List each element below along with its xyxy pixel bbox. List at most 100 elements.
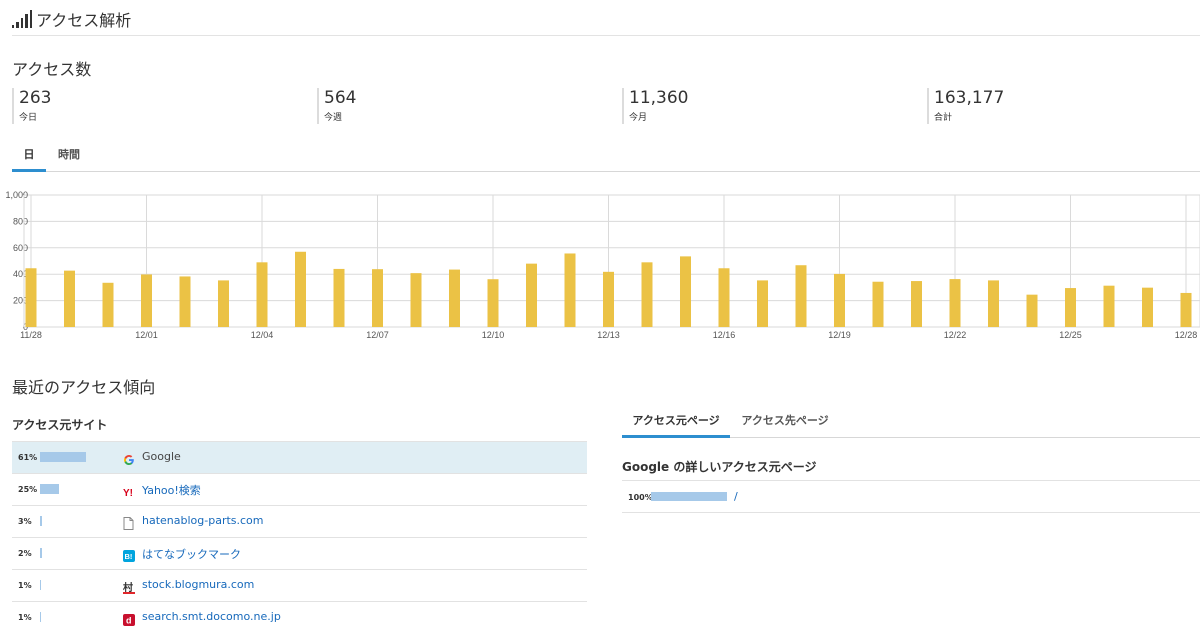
stat-today: 263 今日 [12, 88, 51, 124]
chart-bar [872, 281, 884, 327]
chart-bar [564, 253, 576, 327]
source-link[interactable]: Yahoo!検索 [142, 482, 201, 498]
source-share-bar [40, 484, 59, 494]
x-tick-label: 12/19 [828, 330, 851, 340]
tab-hour[interactable]: 時間 [52, 146, 86, 172]
chart-bar [911, 281, 922, 327]
table-row[interactable]: 1% 村 stock.blogmura.com [12, 570, 587, 602]
stat-today-value: 263 [19, 88, 52, 108]
chart-bar [410, 273, 422, 327]
y-tick-label: 600 [13, 243, 28, 253]
source-link[interactable]: はてなブックマーク [142, 546, 241, 562]
x-tick-label: 12/25 [1059, 330, 1082, 340]
x-tick-label: 12/28 [1175, 330, 1198, 340]
detail-share-bar [651, 492, 727, 501]
source-percent: 25% [18, 485, 38, 494]
source-percent: 1% [18, 613, 32, 622]
source-percent: 2% [18, 549, 32, 558]
chart-bar [757, 280, 768, 327]
chart-bar [1026, 294, 1038, 327]
chart-bar [1103, 285, 1115, 327]
yahoo-icon: Y! [123, 483, 135, 499]
sources-table: 61% Google 25% Y! Yahoo!検索 3% hatenablog-parts… [12, 441, 587, 628]
source-percent: 1% [18, 581, 32, 590]
stat-total: 163,177 合計 [927, 88, 1004, 124]
x-tick-label: 12/13 [597, 330, 620, 340]
source-link[interactable]: Google [142, 450, 181, 463]
chart-bar [102, 282, 114, 327]
access-stats: 263 今日 564 今週 11,360 今月 163,177 合計 [12, 88, 1200, 124]
x-tick-label: 12/04 [251, 330, 274, 340]
chart-bar [1142, 287, 1153, 327]
chart-bar [64, 270, 75, 327]
page-header: アクセス解析 [12, 6, 131, 32]
google-icon [123, 451, 135, 465]
source-link[interactable]: search.smt.docomo.ne.jp [142, 610, 281, 623]
chart-bar [141, 274, 152, 327]
tab-day[interactable]: 日 [12, 146, 46, 172]
source-share-bar [40, 452, 86, 462]
chart-bar [526, 263, 537, 327]
table-row[interactable]: 25% Y! Yahoo!検索 [12, 474, 587, 506]
x-tick-label: 12/01 [135, 330, 158, 340]
stat-today-label: 今日 [19, 113, 38, 123]
chart-bar [949, 279, 961, 327]
x-tick-label: 12/16 [713, 330, 736, 340]
chart-bar [487, 279, 499, 327]
stat-total-value: 163,177 [934, 88, 1005, 108]
stat-week: 564 今週 [317, 88, 356, 124]
detail-page-link[interactable]: / [734, 490, 738, 503]
y-tick-label: 1,000 [5, 190, 28, 200]
table-row[interactable]: 61% Google [12, 442, 587, 474]
recent-trends-title: 最近のアクセス傾向 [12, 378, 156, 397]
chart-bar [988, 280, 999, 327]
period-tabs: 日 時間 [12, 146, 1200, 172]
tab-landing-pages[interactable]: アクセス先ページ [734, 410, 836, 438]
chart-bar [641, 262, 653, 327]
tab-referrer-pages[interactable]: アクセス元ページ [622, 410, 730, 438]
chart-bar [333, 268, 345, 327]
sources-title: アクセス元サイト [12, 418, 108, 432]
chart-bar [25, 268, 37, 327]
chart-bar [1180, 292, 1192, 327]
hatena-bookmark-icon: B! [123, 547, 135, 562]
source-percent: 3% [18, 517, 32, 526]
chart-bar [718, 268, 730, 327]
signal-bars-icon [12, 10, 33, 28]
page-icon [123, 515, 135, 530]
chart-bar [795, 265, 807, 327]
table-row[interactable]: 1% d search.smt.docomo.ne.jp [12, 602, 587, 628]
source-share-bar [40, 516, 42, 526]
source-share-bar [40, 548, 42, 558]
chart-bar [218, 280, 229, 327]
referrer-detail-title: Google の詳しいアクセス元ページ [622, 460, 817, 474]
stat-month-value: 11,360 [629, 88, 689, 108]
blogmura-icon: 村 [123, 579, 135, 594]
svg-text:B!: B! [125, 552, 133, 561]
stat-month: 11,360 今月 [622, 88, 688, 124]
chart-bar [449, 269, 460, 327]
source-percent: 61% [18, 453, 38, 462]
daily-access-chart: 02004006008001,00011/28 12/01 12/04 12/07 12… [5, 190, 1200, 340]
chart-bar [179, 276, 191, 327]
table-row[interactable]: 2% B! はてなブックマーク [12, 538, 587, 570]
page-title: アクセス解析 [36, 11, 132, 30]
source-link[interactable]: stock.blogmura.com [142, 578, 254, 591]
x-tick-label: 12/07 [366, 330, 389, 340]
svg-text:Y!: Y! [123, 488, 133, 498]
table-row[interactable]: 3% hatenablog-parts.com [12, 506, 587, 538]
docomo-icon: d [123, 611, 135, 626]
chart-bar [680, 256, 691, 327]
chart-bar [295, 251, 306, 327]
chart-bar [372, 269, 383, 327]
page-tabs: アクセス元ページ アクセス先ページ [622, 410, 1200, 438]
chart-bar [834, 273, 845, 327]
source-share-bar [40, 580, 41, 590]
stat-month-label: 今月 [629, 113, 648, 123]
x-tick-label: 12/22 [944, 330, 967, 340]
x-tick-label: 11/28 [20, 330, 42, 340]
stat-week-label: 今週 [324, 113, 343, 123]
source-link[interactable]: hatenablog-parts.com [142, 514, 264, 527]
source-share-bar [40, 612, 41, 622]
stat-total-label: 合計 [934, 113, 953, 123]
